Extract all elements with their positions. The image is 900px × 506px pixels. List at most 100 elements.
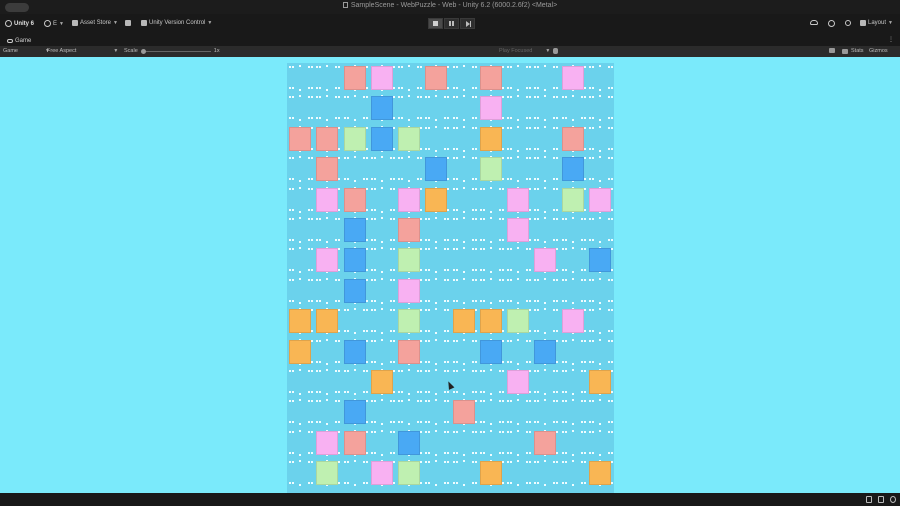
board-cell[interactable] [587,154,614,184]
puzzle-tile[interactable] [561,157,584,182]
board-cell[interactable] [287,245,314,275]
notifications-icon[interactable] [878,496,884,503]
puzzle-tile[interactable] [289,339,311,364]
board-cell[interactable] [396,215,423,245]
puzzle-tile[interactable] [561,66,584,90]
puzzle-tile[interactable] [343,430,366,455]
board-cell[interactable] [587,397,614,427]
puzzle-tile[interactable] [370,126,393,151]
board-cell[interactable] [587,276,614,306]
puzzle-tile[interactable] [343,126,366,151]
debug-icon[interactable] [866,496,872,503]
cloud-services-button[interactable] [125,20,131,26]
stats-button[interactable]: Stats [842,48,864,54]
board-cell[interactable] [451,276,478,306]
board-cell[interactable] [451,215,478,245]
board-cell[interactable] [342,93,369,123]
board-cell[interactable] [369,367,396,397]
board-cell[interactable] [342,215,369,245]
board-cell[interactable] [587,185,614,215]
board-cell[interactable] [314,428,341,458]
board-cell[interactable] [342,428,369,458]
board-cell[interactable] [587,124,614,154]
puzzle-tile[interactable] [425,187,448,212]
puzzle-tile[interactable] [370,370,393,394]
board-cell[interactable] [342,337,369,367]
board-cell[interactable] [342,367,369,397]
board-cell[interactable] [560,397,587,427]
board-cell[interactable] [369,276,396,306]
account-button[interactable]: Unity 6 [5,20,34,27]
board-cell[interactable] [505,276,532,306]
puzzle-tile[interactable] [588,248,611,273]
board-cell[interactable] [314,397,341,427]
board-cell[interactable] [532,337,559,367]
puzzle-tile[interactable] [316,157,339,182]
board-cell[interactable] [532,185,559,215]
board-cell[interactable] [369,306,396,336]
board-cell[interactable] [396,93,423,123]
board-cell[interactable] [287,276,314,306]
board-cell[interactable] [396,63,423,93]
board-cell[interactable] [478,397,505,427]
puzzle-tile[interactable] [343,66,366,90]
puzzle-tile[interactable] [289,309,311,334]
board-cell[interactable] [451,458,478,488]
board-cell[interactable] [560,245,587,275]
board-cell[interactable] [505,185,532,215]
board-cell[interactable] [560,124,587,154]
board-cell[interactable] [396,397,423,427]
board-cell[interactable] [342,63,369,93]
scale-slider-knob[interactable] [140,48,146,54]
board-cell[interactable] [314,276,341,306]
board-cell[interactable] [287,306,314,336]
board-cell[interactable] [587,215,614,245]
board-cell[interactable] [505,245,532,275]
board-cell[interactable] [505,154,532,184]
board-cell[interactable] [396,276,423,306]
board-cell[interactable] [342,185,369,215]
puzzle-tile[interactable] [316,187,339,212]
board-cell[interactable] [478,215,505,245]
board-cell[interactable] [314,337,341,367]
board-cell[interactable] [505,63,532,93]
board-cell[interactable] [532,245,559,275]
board-cell[interactable] [423,63,450,93]
step-button[interactable] [460,18,475,29]
board-cell[interactable] [560,367,587,397]
board-cell[interactable] [423,337,450,367]
board-cell[interactable] [369,458,396,488]
board-cell[interactable] [532,154,559,184]
board-cell[interactable] [478,276,505,306]
user-menu[interactable]: E ▼ [44,20,64,27]
aspect-dropdown[interactable]: Free Aspect ▼ [47,48,118,54]
board-cell[interactable] [560,337,587,367]
board-cell[interactable] [560,154,587,184]
board-cell[interactable] [505,124,532,154]
asset-store-button[interactable]: Asset Store ▼ [72,20,118,26]
puzzle-tile[interactable] [343,187,366,212]
puzzle-tile[interactable] [534,339,557,364]
puzzle-tile[interactable] [398,278,420,303]
board-cell[interactable] [423,185,450,215]
board-cell[interactable] [505,337,532,367]
board-cell[interactable] [451,185,478,215]
board-cell[interactable] [342,306,369,336]
puzzle-tile[interactable] [343,278,366,303]
board-cell[interactable] [369,93,396,123]
mute-audio-button[interactable] [829,48,835,53]
board-cell[interactable] [532,428,559,458]
board-cell[interactable] [314,306,341,336]
puzzle-tile[interactable] [398,218,420,242]
board-cell[interactable] [423,215,450,245]
board-cell[interactable] [505,397,532,427]
board-cell[interactable] [451,63,478,93]
board-cell[interactable] [396,428,423,458]
board-cell[interactable] [560,276,587,306]
board-cell[interactable] [369,185,396,215]
board-cell[interactable] [532,93,559,123]
board-cell[interactable] [451,245,478,275]
board-cell[interactable] [287,215,314,245]
board-cell[interactable] [396,154,423,184]
puzzle-tile[interactable] [425,157,448,182]
